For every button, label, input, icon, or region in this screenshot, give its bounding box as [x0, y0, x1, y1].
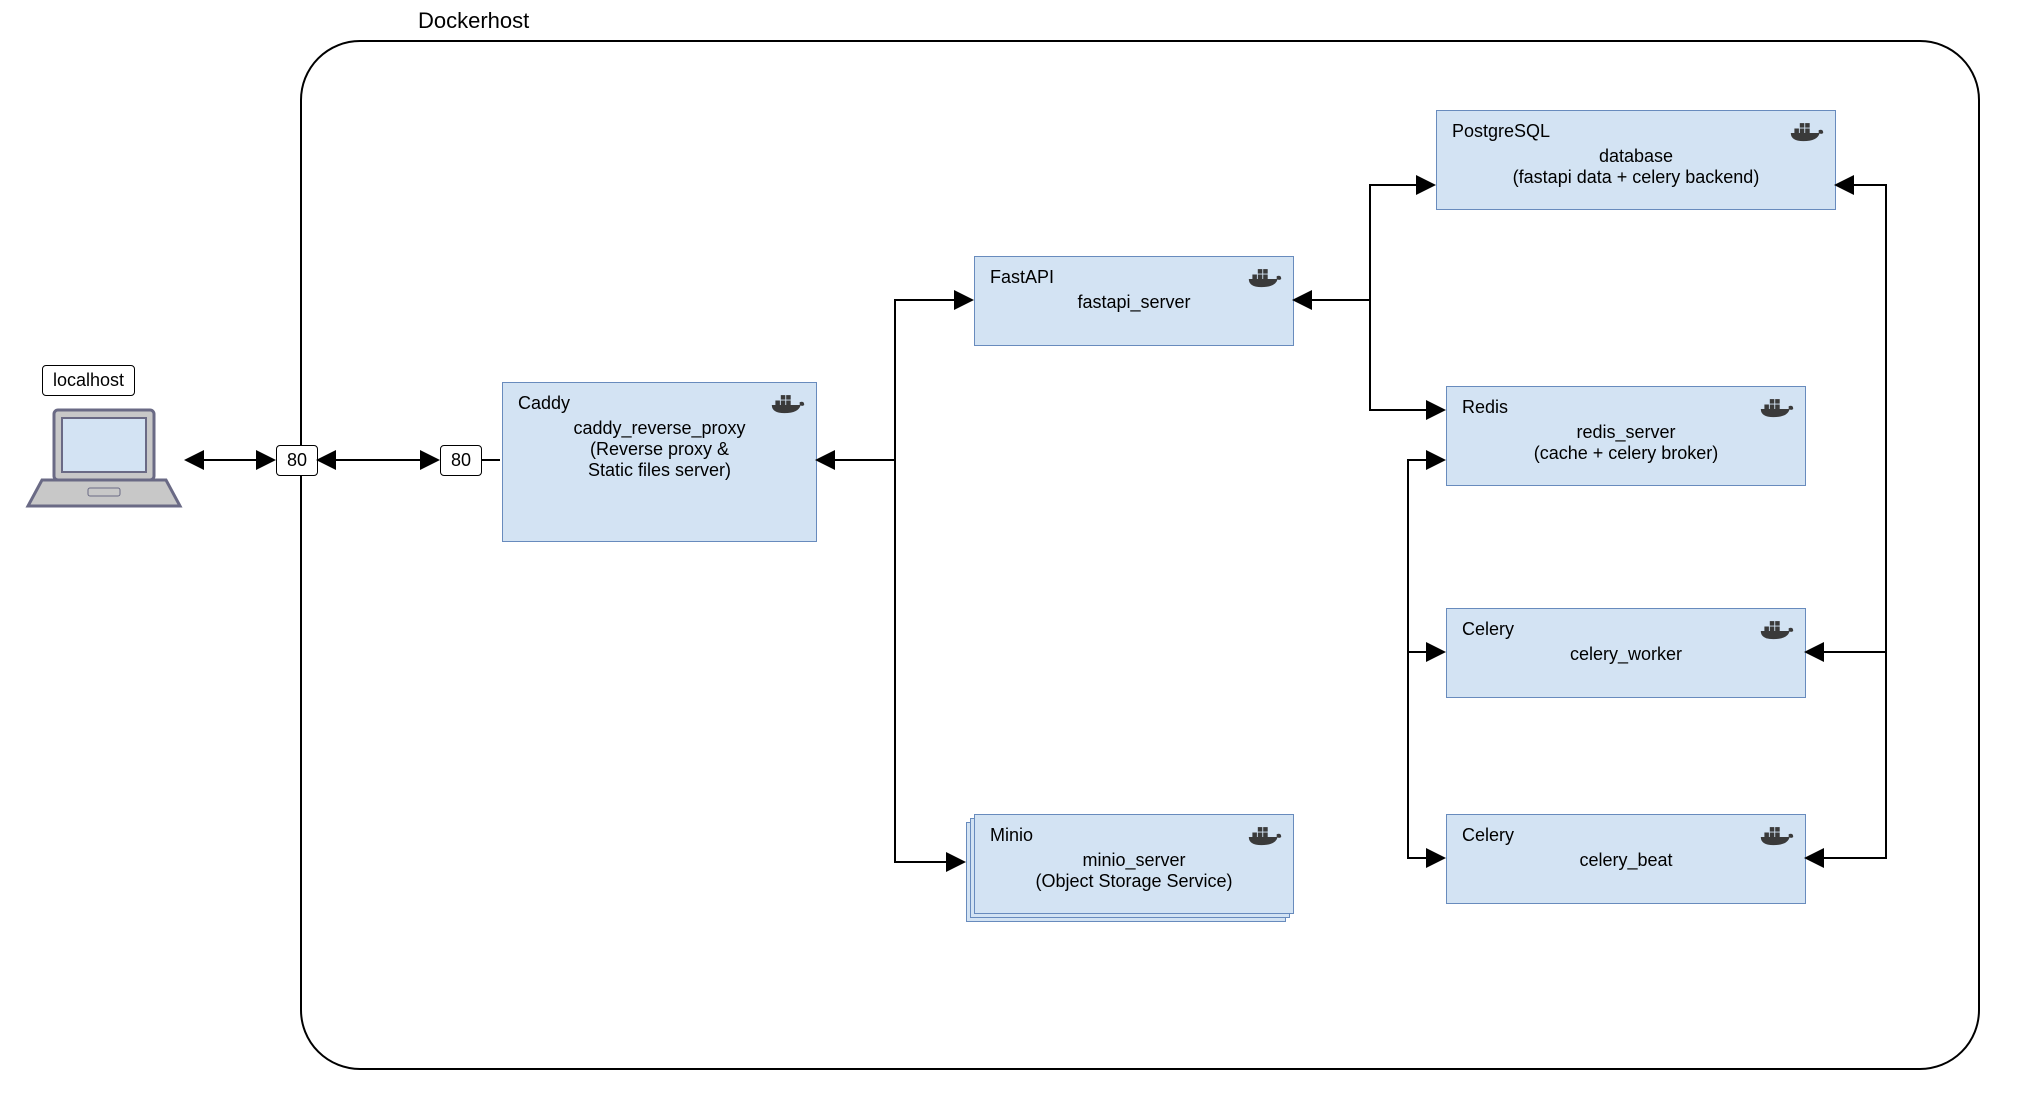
fastapi-line1: fastapi_server — [990, 292, 1278, 313]
docker-icon — [1759, 823, 1795, 851]
celery-beat-node: Celery celery_beat — [1446, 814, 1806, 904]
caddy-line3: Static files server) — [518, 460, 801, 481]
redis-line2: (cache + celery broker) — [1462, 443, 1790, 464]
celery-beat-line1: celery_beat — [1462, 850, 1790, 871]
docker-icon — [1247, 265, 1283, 293]
laptop-icon — [24, 400, 184, 530]
redis-line1: redis_server — [1462, 422, 1790, 443]
postgres-title: PostgreSQL — [1452, 121, 1820, 142]
celery-worker-title: Celery — [1462, 619, 1790, 640]
minio-line1: minio_server — [990, 850, 1278, 871]
port-badge-left: 80 — [276, 445, 318, 476]
docker-icon — [1789, 119, 1825, 147]
port-badge-right: 80 — [440, 445, 482, 476]
localhost-badge: localhost — [42, 365, 135, 396]
caddy-node: Caddy caddy_reverse_proxy (Reverse proxy… — [502, 382, 817, 542]
postgres-node: PostgreSQL database (fastapi data + cele… — [1436, 110, 1836, 210]
caddy-line1: caddy_reverse_proxy — [518, 418, 801, 439]
fastapi-title: FastAPI — [990, 267, 1278, 288]
postgres-line1: database — [1452, 146, 1820, 167]
minio-line2: (Object Storage Service) — [990, 871, 1278, 892]
dockerhost-label: Dockerhost — [418, 8, 529, 34]
caddy-line2: (Reverse proxy & — [518, 439, 801, 460]
minio-node: Minio minio_server (Object Storage Servi… — [974, 814, 1294, 914]
docker-icon — [770, 391, 806, 419]
celery-worker-node: Celery celery_worker — [1446, 608, 1806, 698]
caddy-title: Caddy — [518, 393, 801, 414]
redis-title: Redis — [1462, 397, 1790, 418]
docker-icon — [1247, 823, 1283, 851]
postgres-line2: (fastapi data + celery backend) — [1452, 167, 1820, 188]
celery-worker-line1: celery_worker — [1462, 644, 1790, 665]
docker-icon — [1759, 395, 1795, 423]
minio-title: Minio — [990, 825, 1278, 846]
celery-beat-title: Celery — [1462, 825, 1790, 846]
fastapi-node: FastAPI fastapi_server — [974, 256, 1294, 346]
docker-icon — [1759, 617, 1795, 645]
redis-node: Redis redis_server (cache + celery broke… — [1446, 386, 1806, 486]
